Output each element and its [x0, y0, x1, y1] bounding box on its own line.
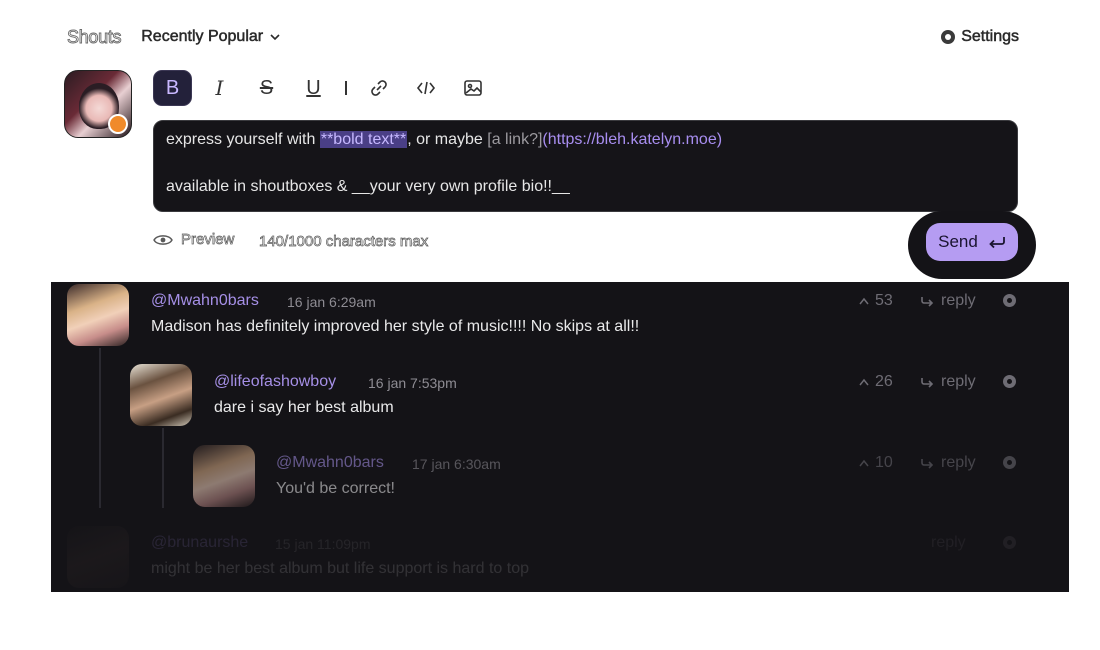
preview-label: Preview [181, 231, 235, 249]
bold-button[interactable]: B [153, 70, 192, 106]
underline-icon: U [306, 76, 321, 99]
reply-label: reply [931, 534, 966, 551]
comment-username[interactable]: @brunaurshe [151, 534, 248, 552]
strikethrough-button[interactable]: S [247, 70, 286, 106]
comment-body: might be her best album but life support… [151, 560, 529, 577]
shouts-header: Shouts Recently Popular Settings [67, 24, 1020, 50]
bold-icon: B [165, 76, 180, 99]
sort-dropdown[interactable]: Recently Popular [141, 28, 281, 46]
gear-icon[interactable] [1003, 536, 1016, 549]
image-button[interactable] [453, 70, 492, 106]
send-label: Send [938, 232, 978, 251]
page-title: Shouts [67, 26, 122, 47]
markdown-link-url: (https://bleh.katelyn.moe) [542, 131, 723, 148]
preview-toggle[interactable]: Preview [153, 231, 235, 249]
editor-line-1: express yourself with **bold text**, or … [166, 131, 723, 148]
sort-label: Recently Popular [141, 28, 264, 46]
enter-icon [989, 237, 1005, 249]
strikethrough-icon: S [259, 76, 274, 99]
shout-feed: @Mwahn0bars 16 jan 6:29am Madison has de… [51, 282, 1069, 592]
character-count: 140/1000 characters max [259, 233, 429, 251]
editor-line-2: available in shoutboxes & __your very ow… [166, 178, 570, 195]
send-button[interactable]: Send [926, 223, 1018, 261]
avatar[interactable] [64, 70, 132, 138]
formatting-toolbar: B I S U [153, 70, 500, 106]
code-icon [416, 81, 435, 95]
settings-button[interactable]: Settings [941, 28, 1019, 46]
reply-button[interactable]: reply [931, 534, 966, 552]
settings-label: Settings [961, 28, 1019, 46]
status-badge [108, 114, 128, 134]
gear-icon [941, 30, 956, 44]
link-button[interactable] [359, 70, 398, 106]
italic-icon: I [215, 76, 224, 100]
avatar[interactable] [67, 526, 129, 588]
comment: @brunaurshe 15 jan 11:09pm might be her … [51, 282, 1069, 592]
eye-icon [153, 234, 173, 245]
comment-timestamp: 15 jan 11:09pm [275, 536, 371, 552]
chevron-down-icon [270, 34, 280, 41]
markdown-link-label: [a link?] [487, 131, 543, 148]
shout-textarea[interactable]: express yourself with **bold text**, or … [153, 120, 1018, 212]
link-icon [370, 80, 387, 96]
image-icon [463, 80, 482, 96]
code-button[interactable] [406, 70, 445, 106]
underline-button[interactable]: U [294, 70, 333, 106]
markdown-bold-text: **bold text** [319, 131, 408, 148]
italic-button[interactable]: I [200, 70, 239, 106]
toolbar-divider [345, 81, 347, 95]
